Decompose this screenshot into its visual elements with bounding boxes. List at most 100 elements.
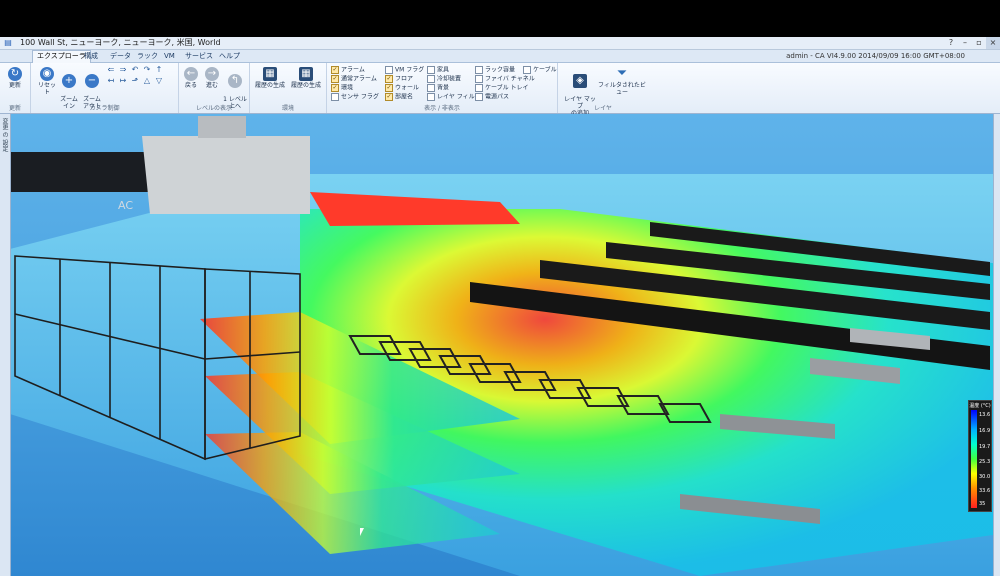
pan-left-icon[interactable]: ⇐ [106,66,116,74]
display-toggle-item[interactable]: センサ フラグ [331,93,379,102]
forward-button[interactable]: → 進む [202,67,222,89]
rotate-left-icon[interactable]: ↶ [130,66,140,74]
group-report: ▦ 履歴の生成 ▦ 履歴の生成 環境 [250,63,327,113]
display-toggle-label: 家具 [437,66,450,74]
display-toggle-label: 通常アラーム [341,75,377,83]
checkbox-unchecked[interactable] [385,66,393,74]
legend-tick: 33.6 [979,488,991,494]
back-button[interactable]: ← 戻る [181,67,201,89]
checkbox-checked[interactable]: ✓ [331,75,339,83]
display-toggle-label: フロア [395,75,414,83]
display-toggle-item[interactable]: レイヤ フィルタ [427,93,481,102]
legend-tick: 35 [979,501,986,507]
checkbox-unchecked[interactable] [475,75,483,83]
display-toggle-item[interactable]: ✓ 通常アラーム [331,75,377,84]
checkbox-unchecked[interactable] [475,93,483,101]
pitch-up-icon[interactable]: ⬏ [130,77,140,85]
zoom-out-icon: − [85,74,99,88]
maximize-button[interactable]: ▫ [972,37,986,49]
back-arrow-icon: ← [184,67,198,81]
close-button[interactable]: × [986,37,1000,49]
display-toggle-item[interactable]: ファイバ チャネル [475,75,535,84]
history-report-icon-2: ▦ [299,67,313,81]
checkbox-unchecked[interactable] [427,84,435,92]
window-title: 100 Wall St, ニューヨーク, ニューヨーク, 米国, World [20,38,221,47]
left-dock-panel[interactable]: 変更 の 設定 [0,114,11,576]
group-level: ← 戻る → 進む ↰ 1 レベル 上へ レベルの表示 [179,63,250,113]
display-toggle-item[interactable]: ✓ アラーム [331,66,365,75]
app-window: ▤ 100 Wall St, ニューヨーク, ニューヨーク, 米国, World… [0,37,1000,576]
filtered-view-button[interactable]: ⏷ フィルタされたビュー [598,66,646,97]
group-refresh: ↻ 更新 更新 [0,63,31,113]
display-toggle-item[interactable]: ラック容量 [475,66,515,75]
checkbox-checked[interactable]: ✓ [385,93,393,101]
group-level-label: レベルの表示 [195,105,232,112]
tab-service[interactable]: サービス [181,51,217,62]
display-toggle-label: 背景 [437,84,450,92]
forward-arrow-icon: → [205,67,219,81]
tab-configuration[interactable]: 構成 [80,51,102,62]
app-icon: ▤ [4,38,12,47]
checkbox-unchecked[interactable] [475,84,483,92]
checkbox-checked[interactable]: ✓ [331,66,339,74]
checkbox-checked[interactable]: ✓ [385,75,393,83]
minimize-button[interactable]: – [958,37,972,49]
display-toggle-label: センサ フラグ [341,93,379,101]
checkbox-unchecked[interactable] [523,66,531,74]
tilt-triangle-icon[interactable]: △ [142,77,152,85]
datacenter-3d-scene[interactable]: AC [0,114,1000,576]
checkbox-checked[interactable]: ✓ [385,84,393,92]
help-icon[interactable]: ? [944,37,958,49]
display-toggle-item[interactable]: ケーブル トレイ [475,84,529,93]
display-toggle-item[interactable]: ✓ フロア [385,75,413,84]
group-layer: ◈ レイヤ マップ の追加 ⏷ フィルタされたビュー レイヤ [558,63,648,118]
user-session-info: admin - CA VI4.9.00 2014/09/09 16:00 GMT… [786,52,965,60]
title-bar: ▤ 100 Wall St, ニューヨーク, ニューヨーク, 米国, World… [0,37,1000,50]
display-toggle-item[interactable]: ケーブル [523,66,557,75]
checkbox-unchecked[interactable] [427,66,435,74]
tab-rack[interactable]: ラック [133,51,162,62]
orbit-left-icon[interactable]: ↤ [106,77,116,85]
generate-history-button-1[interactable]: ▦ 履歴の生成 [253,67,287,89]
reset-button[interactable]: ◉ リセット [36,67,58,96]
display-toggle-item[interactable]: 家具 [427,66,449,75]
orbit-right-icon[interactable]: ↦ [118,77,128,85]
checkbox-unchecked[interactable] [475,66,483,74]
display-toggle-label: ラック容量 [485,66,516,74]
legend-tick: 13.6 [979,412,991,418]
display-toggle-item[interactable]: ✓ 部屋名 [385,93,413,102]
pan-right-icon[interactable]: ⇒ [118,66,128,74]
display-toggle-item[interactable]: VM フラグ [385,66,424,75]
generate-history-button-2[interactable]: ▦ 履歴の生成 [289,67,323,89]
filter-funnel-icon: ⏷ [616,66,628,81]
tab-help[interactable]: ヘルプ [215,51,244,62]
legend-tick: 30.0 [979,474,991,480]
tilt-down-icon[interactable]: ▽ [154,77,164,85]
3d-viewport[interactable]: AC 変更 の 設定 温度 (°C) 13.6 16.9 19.7 25.3 3… [0,114,1000,576]
display-toggle-item[interactable]: 電源パス [475,93,509,102]
display-toggle-item[interactable]: 冷却装置 [427,75,461,84]
display-toggle-label: 部屋名 [395,93,414,101]
legend-color-scale [971,410,977,508]
checkbox-unchecked[interactable] [427,75,435,83]
display-toggle-label: ファイバ チャネル [485,75,535,83]
refresh-label: 更新 [8,82,21,89]
display-toggle-item[interactable]: ✓ ウォール [385,84,419,93]
tilt-up-icon[interactable]: ↑ [154,66,164,74]
tab-vm[interactable]: VM [160,51,179,62]
refresh-button[interactable]: ↻ 更新 [5,67,25,89]
checkbox-unchecked[interactable] [427,93,435,101]
display-toggle-item[interactable]: 背景 [427,84,449,93]
left-dock-label: 変更 の 設定 [1,118,8,152]
generate-history-label-1: 履歴の生成 [254,82,285,89]
temperature-legend: 温度 (°C) 13.6 16.9 19.7 25.3 30.0 33.6 35 [968,400,992,512]
cooling-unit-box [142,136,310,214]
display-toggle-item[interactable]: ✓ 環境 [331,84,353,93]
rotate-right-icon[interactable]: ↷ [142,66,152,74]
tab-data[interactable]: データ [106,51,135,62]
right-dock-panel[interactable] [993,114,1000,576]
filtered-view-label: フィルタされたビュー [598,82,646,96]
group-camera-label: カメラ制御 [89,105,120,112]
checkbox-checked[interactable]: ✓ [331,84,339,92]
checkbox-unchecked[interactable] [331,93,339,101]
